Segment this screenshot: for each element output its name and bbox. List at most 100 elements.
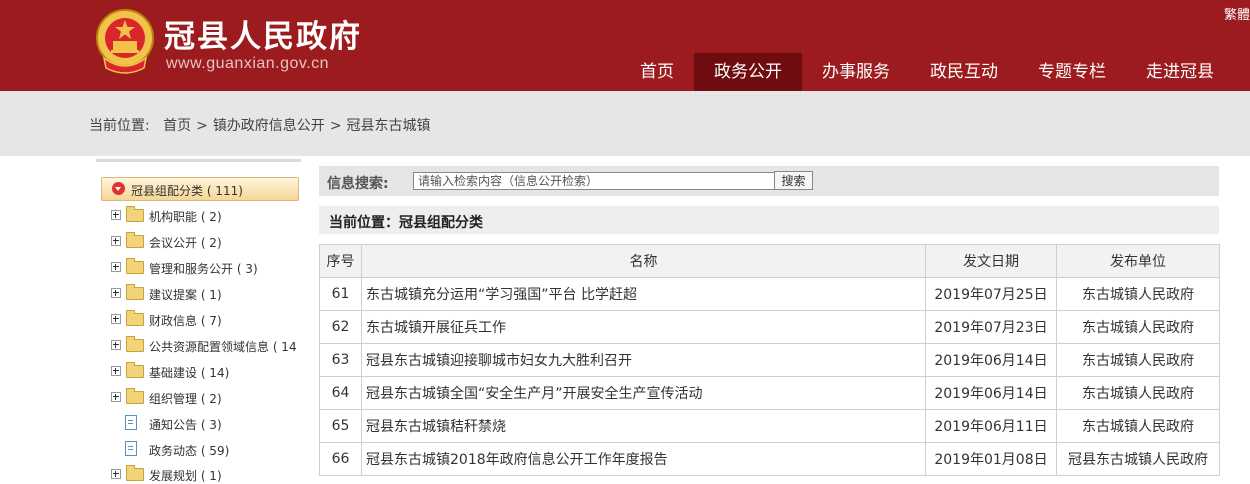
breadcrumb-home[interactable]: 首页 [163, 118, 191, 134]
row-unit: 东古城镇人民政府 [1056, 277, 1220, 311]
folder-icon [126, 232, 144, 248]
document-icon [125, 415, 137, 430]
row-number: 66 [319, 442, 362, 476]
expand-icon[interactable] [111, 340, 121, 350]
expand-icon[interactable] [111, 366, 121, 376]
table-row: 65 冠县东古城镇秸秆禁烧 2019年06月11日 东古城镇人民政府 [319, 409, 1220, 443]
row-date: 2019年07月25日 [925, 277, 1057, 311]
expand-icon[interactable] [111, 392, 121, 402]
breadcrumb-label: 当前位置: [89, 118, 150, 134]
row-title-link[interactable]: 冠县东古城镇迎接聊城市妇女九大胜利召开 [366, 353, 632, 369]
tree-item-label: 政务动态 ( 59) [149, 444, 230, 458]
breadcrumb-bar: 当前位置: 首页 > 镇办政府信息公开 > 冠县东古城镇 [0, 91, 1250, 156]
table-row: 61 东古城镇充分运用“学习强国”平台 比学赶超 2019年07月25日 东古城… [319, 277, 1220, 311]
traditional-chinese-link[interactable]: 繁體 [1224, 4, 1250, 23]
folder-icon [126, 258, 144, 274]
tree-item-label: 组织管理 ( 2) [149, 392, 222, 406]
breadcrumb-separator: > [329, 118, 342, 134]
tree-item-label: 基础建设 ( 14) [149, 366, 230, 380]
collapse-icon[interactable] [112, 182, 125, 195]
table-row: 64 冠县东古城镇全国“安全生产月”开展安全生产宣传活动 2019年06月14日… [319, 376, 1220, 410]
tree-item-label: 公共资源配置领域信息 ( 14 [149, 340, 297, 354]
row-title-cell: 冠县东古城镇迎接聊城市妇女九大胜利召开 [361, 343, 926, 377]
tree-item-label: 会议公开 ( 2) [149, 236, 222, 250]
expand-icon[interactable] [111, 262, 121, 272]
row-title-link[interactable]: 冠县东古城镇秸秆禁烧 [366, 419, 506, 435]
table-row: 63 冠县东古城镇迎接聊城市妇女九大胜利召开 2019年06月14日 东古城镇人… [319, 343, 1220, 377]
column-header-unit: 发布单位 [1056, 244, 1220, 278]
expand-icon[interactable] [111, 236, 121, 246]
nav-home[interactable]: 首页 [620, 53, 694, 91]
row-title-cell: 东古城镇充分运用“学习强国”平台 比学赶超 [361, 277, 926, 311]
folder-icon [126, 284, 144, 300]
column-header-title: 名称 [361, 244, 926, 278]
current-position-bar: 当前位置：冠县组配分类 [319, 206, 1219, 234]
row-title-cell: 冠县东古城镇全国“安全生产月”开展安全生产宣传活动 [361, 376, 926, 410]
expand-icon[interactable] [111, 314, 121, 324]
row-date: 2019年01月08日 [925, 442, 1057, 476]
folder-icon [126, 465, 144, 481]
breadcrumb-town-info[interactable]: 镇办政府信息公开 [213, 118, 325, 134]
row-unit: 东古城镇人民政府 [1056, 343, 1220, 377]
nav-services[interactable]: 办事服务 [802, 53, 910, 91]
tree-root-category[interactable]: 冠县组配分类 ( 111) [101, 177, 299, 201]
breadcrumb-current[interactable]: 冠县东古城镇 [347, 118, 431, 134]
row-title-link[interactable]: 冠县东古城镇全国“安全生产月”开展安全生产宣传活动 [366, 386, 703, 402]
expand-icon[interactable] [111, 210, 121, 220]
site-title: 冠县人民政府 [164, 19, 362, 55]
nav-topics[interactable]: 专题专栏 [1018, 53, 1126, 91]
row-number: 61 [319, 277, 362, 311]
tree-item-label: 发展规划 ( 1) [149, 469, 222, 483]
row-date: 2019年06月14日 [925, 343, 1057, 377]
table-row: 62 东古城镇开展征兵工作 2019年07月23日 东古城镇人民政府 [319, 310, 1220, 344]
nav-interaction[interactable]: 政民互动 [910, 53, 1018, 91]
document-list-table: 序号 名称 发文日期 发布单位 61 东古城镇充分运用“学习强国”平台 比学赶超… [319, 244, 1220, 476]
document-icon [125, 441, 137, 456]
breadcrumb-separator: > [196, 118, 208, 134]
row-number: 65 [319, 409, 362, 443]
row-date: 2019年06月14日 [925, 376, 1057, 410]
folder-icon [126, 362, 144, 378]
row-title-cell: 冠县东古城镇秸秆禁烧 [361, 409, 926, 443]
site-url: www.guanxian.gov.cn [166, 55, 330, 72]
table-header-row: 序号 名称 发文日期 发布单位 [319, 244, 1220, 278]
row-date: 2019年07月23日 [925, 310, 1057, 344]
tree-item-label: 通知公告 ( 3) [149, 418, 222, 432]
tree-item-label: 建议提案 ( 1) [149, 288, 222, 302]
row-number: 64 [319, 376, 362, 410]
row-title-link[interactable]: 东古城镇开展征兵工作 [366, 320, 506, 336]
row-unit: 东古城镇人民政府 [1056, 310, 1220, 344]
row-date: 2019年06月11日 [925, 409, 1057, 443]
row-unit: 东古城镇人民政府 [1056, 409, 1220, 443]
expand-icon[interactable] [111, 469, 121, 479]
expand-icon[interactable] [111, 288, 121, 298]
nav-government-affairs[interactable]: 政务公开 [694, 53, 802, 91]
tree-item-label: 机构职能 ( 2) [149, 210, 222, 224]
column-header-date: 发文日期 [925, 244, 1057, 278]
row-number: 62 [319, 310, 362, 344]
search-button[interactable]: 搜索 [774, 171, 813, 190]
tree-root-label: 冠县组配分类 ( 111) [131, 184, 243, 198]
national-emblem-icon [96, 9, 154, 74]
row-title-link[interactable]: 东古城镇充分运用“学习强国”平台 比学赶超 [366, 287, 637, 303]
folder-icon [126, 206, 144, 222]
main-nav: 首页 政务公开 办事服务 政民互动 专题专栏 走进冠县 [620, 53, 1234, 91]
column-header-no: 序号 [319, 244, 362, 278]
search-input[interactable] [413, 172, 777, 190]
tree-item-label: 管理和服务公开 ( 3) [149, 262, 258, 276]
row-title-link[interactable]: 冠县东古城镇2018年政府信息公开工作年度报告 [366, 452, 668, 468]
row-title-cell: 东古城镇开展征兵工作 [361, 310, 926, 344]
row-number: 63 [319, 343, 362, 377]
breadcrumb: 当前位置: 首页 > 镇办政府信息公开 > 冠县东古城镇 [89, 115, 431, 135]
table-row: 66 冠县东古城镇2018年政府信息公开工作年度报告 2019年01月08日 冠… [319, 442, 1220, 476]
row-unit: 冠县东古城镇人民政府 [1056, 442, 1220, 476]
tree-item-label: 财政信息 ( 7) [149, 314, 222, 328]
row-title-cell: 冠县东古城镇2018年政府信息公开工作年度报告 [361, 442, 926, 476]
folder-icon [126, 310, 144, 326]
site-header: 冠县人民政府 www.guanxian.gov.cn 繁體 首页 政务公开 办事… [0, 0, 1250, 91]
current-position-text: 当前位置：冠县组配分类 [329, 215, 483, 231]
search-label: 信息搜索: [327, 176, 389, 192]
nav-about-county[interactable]: 走进冠县 [1126, 53, 1234, 91]
folder-icon [126, 336, 144, 352]
info-search-bar: 信息搜索: 搜索 [319, 166, 1219, 196]
